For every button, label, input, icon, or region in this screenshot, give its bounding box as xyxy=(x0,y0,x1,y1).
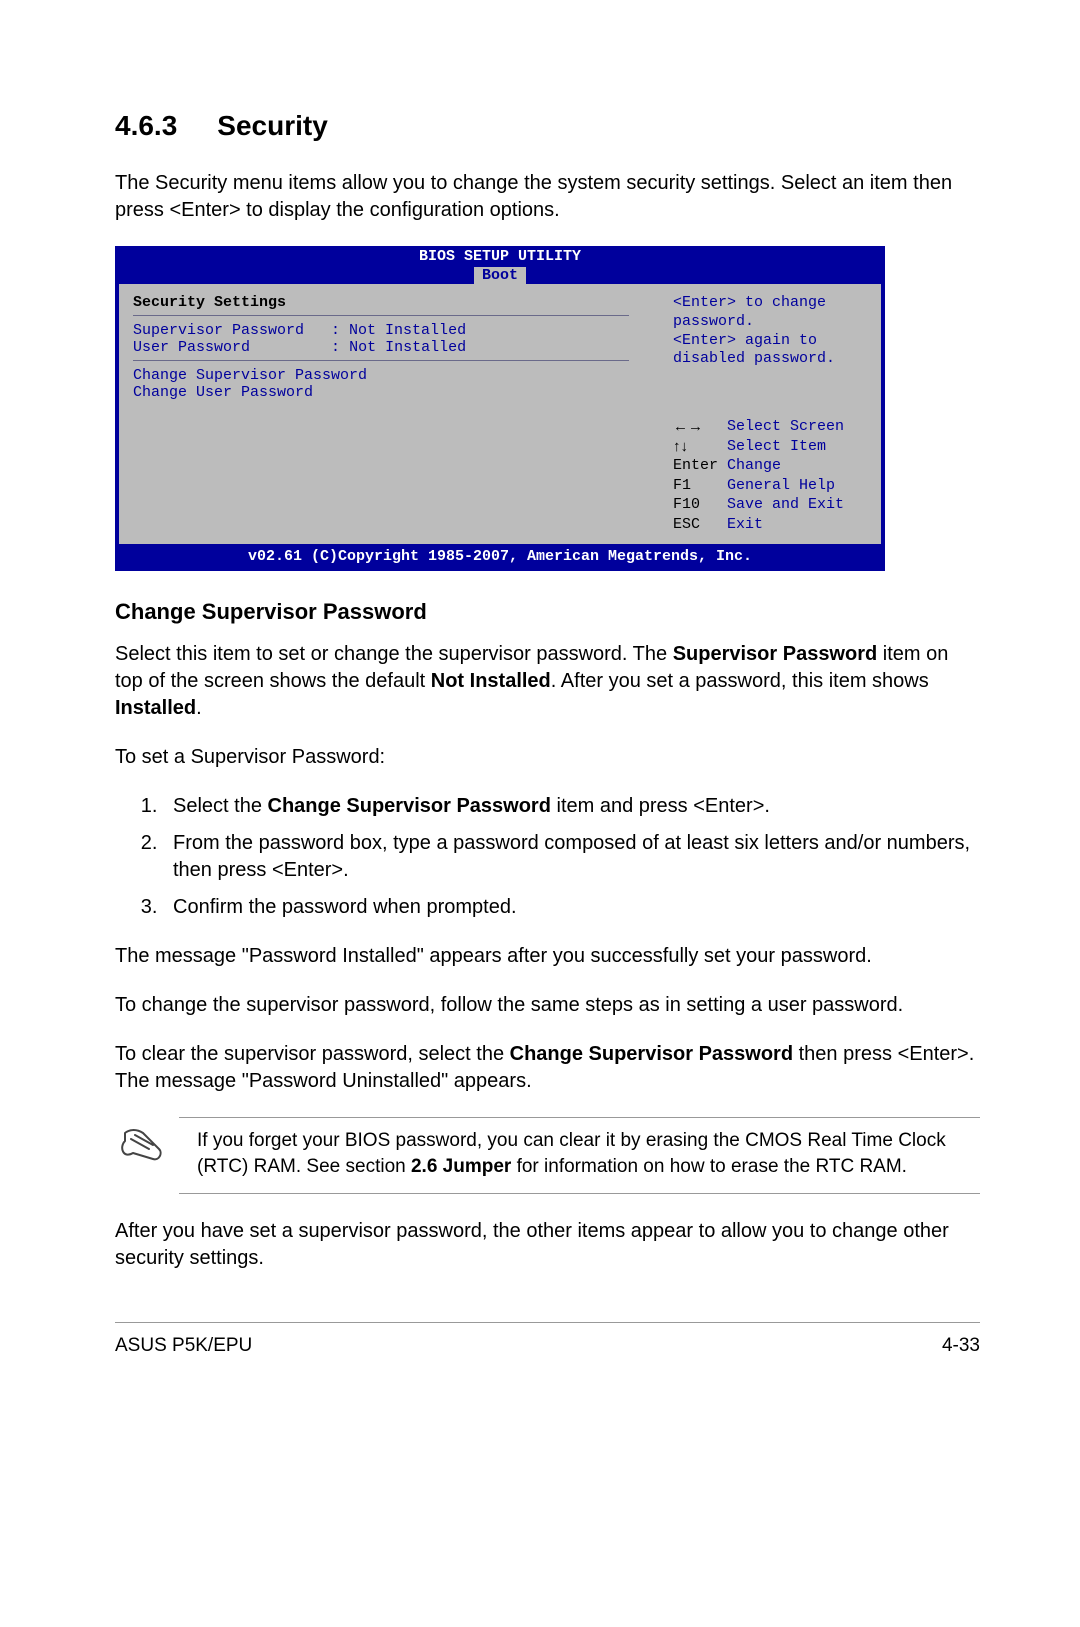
bios-screenshot: BIOS SETUP UTILITY Boot Security Setting… xyxy=(115,246,885,571)
bios-section-heading: Security Settings xyxy=(133,294,655,311)
bios-supervisor-row: Supervisor Password : Not Installed xyxy=(133,322,655,339)
note-text: If you forget your BIOS password, you ca… xyxy=(179,1117,980,1194)
steps-list: Select the Change Supervisor Password it… xyxy=(115,793,980,921)
section-title: Security xyxy=(217,110,328,141)
paragraph: To clear the supervisor password, select… xyxy=(115,1041,980,1095)
paragraph: To change the supervisor password, follo… xyxy=(115,992,980,1019)
bios-user-row: User Password : Not Installed xyxy=(133,339,655,356)
sub-heading: Change Supervisor Password xyxy=(115,599,980,625)
bios-change-supervisor: Change Supervisor Password xyxy=(133,367,655,384)
bios-left-pane: Security Settings Supervisor Password : … xyxy=(119,284,669,544)
list-item: Confirm the password when prompted. xyxy=(163,894,980,921)
bios-tab-boot: Boot xyxy=(474,267,526,284)
divider xyxy=(133,315,629,316)
section-number: 4.6.3 xyxy=(115,110,177,141)
paragraph: The message "Password Installed" appears… xyxy=(115,943,980,970)
bios-hint: <Enter> to change password. <Enter> agai… xyxy=(673,294,873,369)
footer-model: ASUS P5K/EPU xyxy=(115,1335,252,1357)
list-item: From the password box, type a password c… xyxy=(163,830,980,884)
bios-title-bar: BIOS SETUP UTILITY Boot xyxy=(115,246,885,284)
note-box: If you forget your BIOS password, you ca… xyxy=(115,1117,980,1194)
bios-nav-help: ←→Select Screen ↑↓Select Item EnterChang… xyxy=(673,417,873,534)
paragraph: Select this item to set or change the su… xyxy=(115,641,980,722)
bios-utility-title: BIOS SETUP UTILITY xyxy=(115,248,885,265)
list-item: Select the Change Supervisor Password it… xyxy=(163,793,980,820)
hand-note-icon xyxy=(115,1117,179,1181)
paragraph: After you have set a supervisor password… xyxy=(115,1218,980,1272)
section-header: 4.6.3 Security xyxy=(115,110,980,142)
page-footer: ASUS P5K/EPU 4-33 xyxy=(115,1322,980,1357)
bios-change-user: Change User Password xyxy=(133,384,655,401)
bios-right-pane: <Enter> to change password. <Enter> agai… xyxy=(669,284,881,544)
arrow-ud-icon: ↑↓ xyxy=(673,437,727,457)
intro-paragraph: The Security menu items allow you to cha… xyxy=(115,170,980,224)
footer-page-number: 4-33 xyxy=(942,1335,980,1357)
bios-footer: v02.61 (C)Copyright 1985-2007, American … xyxy=(115,544,885,571)
divider xyxy=(133,360,629,361)
arrow-lr-icon: ←→ xyxy=(673,417,727,437)
paragraph: To set a Supervisor Password: xyxy=(115,744,980,771)
